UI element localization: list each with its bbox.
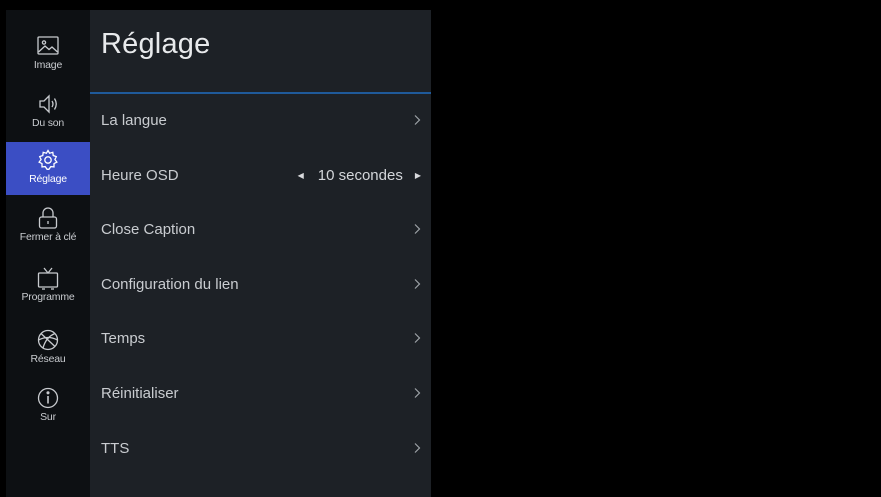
lock-icon xyxy=(35,206,61,230)
rail-item-image[interactable]: Image xyxy=(6,28,90,78)
speaker-icon xyxy=(35,92,61,116)
chevron-right-icon xyxy=(413,223,421,235)
info-icon xyxy=(35,386,61,410)
menu-item-language[interactable]: La langue xyxy=(90,93,431,147)
chevron-right-icon xyxy=(413,114,421,126)
gear-icon xyxy=(35,148,61,172)
osd-time-value: 10 secondes xyxy=(317,166,403,184)
arrow-right-icon[interactable]: ▶ xyxy=(415,171,421,180)
rail-label-about: Sur xyxy=(40,411,56,423)
rail-label-image: Image xyxy=(33,59,63,71)
rail-item-program[interactable]: Programme xyxy=(6,260,90,310)
menu-item-label: Réinitialiser xyxy=(101,384,179,402)
settings-panel: Réglage La langue Heure OSD ◀ 10 seconde… xyxy=(90,10,431,497)
arrow-left-icon[interactable]: ◀ xyxy=(298,171,304,180)
menu-item-tts[interactable]: TTS xyxy=(90,421,431,475)
rail-label-lock: Fermer à clé xyxy=(19,231,77,243)
menu-item-link-config[interactable]: Configuration du lien xyxy=(90,257,431,311)
rail-label-settings: Réglage xyxy=(29,173,67,185)
menu-item-label: Temps xyxy=(101,329,146,347)
rail-label-network: Réseau xyxy=(30,353,66,365)
tv-settings-screen: Image Du son Réglage Fermer à clé Progra… xyxy=(0,0,881,497)
menu-item-label: Configuration du lien xyxy=(101,275,239,293)
chevron-right-icon xyxy=(413,278,421,290)
rail-item-lock[interactable]: Fermer à clé xyxy=(6,200,90,250)
chevron-right-icon xyxy=(413,387,421,399)
rail-item-about[interactable]: Sur xyxy=(6,380,90,430)
globe-icon xyxy=(35,328,61,352)
menu-item-label: Heure OSD xyxy=(101,166,179,184)
chevron-right-icon xyxy=(413,442,421,454)
rail-item-sound[interactable]: Du son xyxy=(6,86,90,136)
rail-item-settings[interactable]: Réglage xyxy=(6,142,90,195)
rail-label-sound: Du son xyxy=(31,117,65,129)
menu-item-close-caption[interactable]: Close Caption xyxy=(90,202,431,256)
menu-item-label: TTS xyxy=(101,439,130,457)
menu-item-label: Close Caption xyxy=(101,220,196,238)
osd-time-selector[interactable]: ◀ 10 secondes ▶ xyxy=(298,167,421,184)
image-icon xyxy=(35,34,61,58)
page-title: Réglage xyxy=(101,28,211,60)
category-rail: Image Du son Réglage Fermer à clé Progra… xyxy=(6,10,90,497)
chevron-right-icon xyxy=(413,332,421,344)
menu-item-reset[interactable]: Réinitialiser xyxy=(90,366,431,420)
menu-item-label: La langue xyxy=(101,111,167,129)
menu-item-time[interactable]: Temps xyxy=(90,311,431,365)
tv-icon xyxy=(35,266,61,290)
menu-item-osd-time[interactable]: Heure OSD ◀ 10 secondes ▶ xyxy=(90,148,431,202)
rail-label-program: Programme xyxy=(21,291,75,303)
rail-item-network[interactable]: Réseau xyxy=(6,322,90,372)
